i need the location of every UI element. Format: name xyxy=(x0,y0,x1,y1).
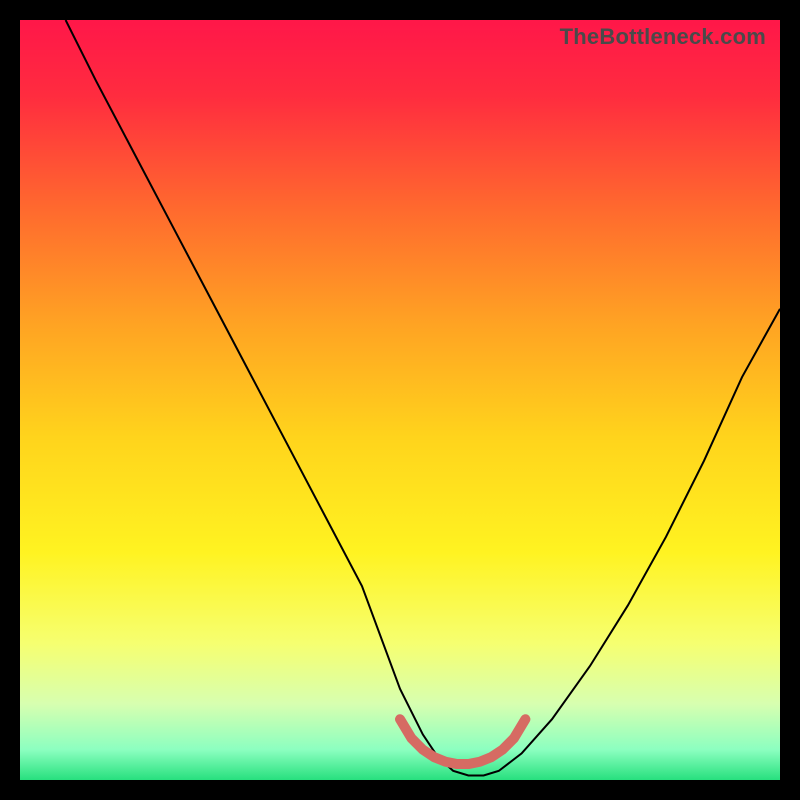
chart-background xyxy=(20,20,780,780)
chart-plot-area: TheBottleneck.com xyxy=(20,20,780,780)
chart-stage: TheBottleneck.com xyxy=(0,0,800,800)
watermark-text: TheBottleneck.com xyxy=(560,24,766,50)
chart-svg xyxy=(20,20,780,780)
